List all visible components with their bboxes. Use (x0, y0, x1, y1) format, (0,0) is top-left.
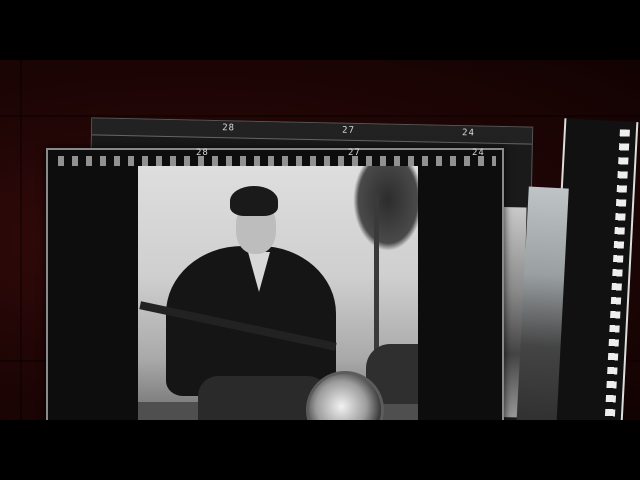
main-filmstrip: 28 27 24 28 25 24 (46, 148, 504, 420)
edge-number: 27 (341, 125, 356, 136)
edge-number: 28 (196, 148, 209, 158)
edge-number: 24 (472, 148, 485, 158)
edge-number: 27 (348, 148, 361, 158)
photo-pole (374, 196, 379, 356)
right-filmstrip (513, 118, 639, 420)
video-frame: 28 27 24 28 27 24 28 25 24 (0, 60, 640, 420)
edge-number: 28 (222, 123, 236, 134)
letterbox-bottom (0, 420, 640, 480)
back-filmstrip-edge: 28 27 24 (91, 118, 533, 145)
photo-man-jacket (166, 246, 336, 396)
background-grid-line (20, 60, 22, 420)
main-frame-photo (138, 166, 418, 420)
photo-tree (353, 166, 418, 251)
sprocket-holes (601, 129, 630, 420)
edge-number: 24 (461, 128, 476, 139)
photo-man-hair (230, 186, 278, 216)
letterbox-top (0, 0, 640, 60)
perforation-row-top (54, 156, 496, 166)
